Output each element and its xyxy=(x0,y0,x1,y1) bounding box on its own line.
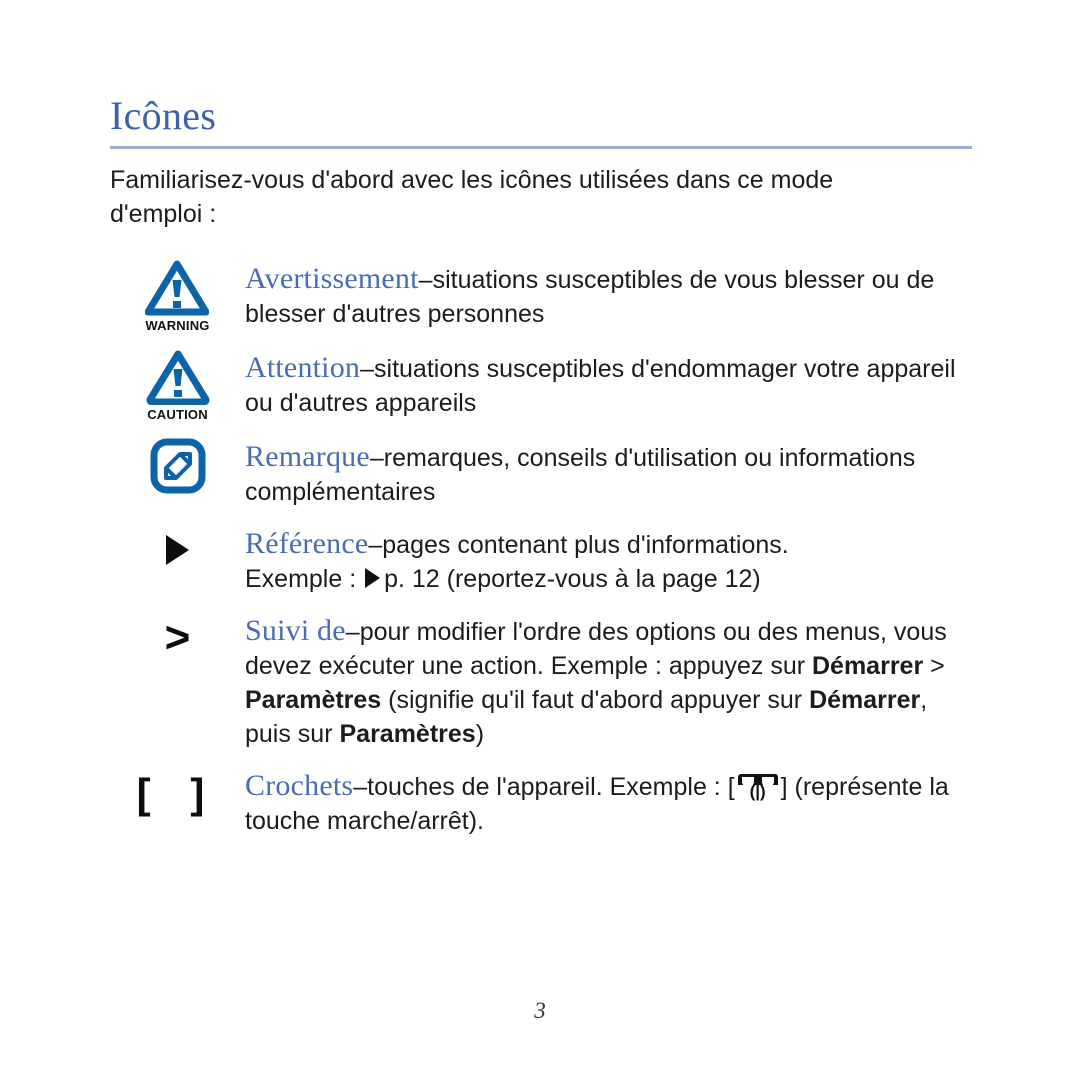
list-item-attention: CAUTION Attention–situations susceptible… xyxy=(110,347,980,422)
list-item-avertissement: WARNING Avertissement–situations suscept… xyxy=(110,258,980,333)
list-item-reference: Référence–pages contenant plus d'informa… xyxy=(110,523,980,596)
document-page: Icônes Familiarisez-vous d'abord avec le… xyxy=(0,0,1080,1080)
title-divider xyxy=(110,146,972,149)
term-attention: Attention xyxy=(245,351,361,384)
note-icon-cell xyxy=(110,436,245,494)
term-suivi-de: Suivi de xyxy=(245,614,346,647)
term-crochets: Crochets xyxy=(245,769,354,802)
entry-text-reference: Référence–pages contenant plus d'informa… xyxy=(245,523,980,596)
body-reference: pages contenant plus d'informations. xyxy=(382,531,789,559)
mid-text-2: (signifie qu'il faut d'abord appuyer sur xyxy=(381,686,810,714)
caution-triangle-icon: CAUTION xyxy=(146,349,210,422)
list-item-suivi-de: > Suivi de–pour modifier l'ordre des opt… xyxy=(110,610,980,751)
square-brackets-icon: [ ] xyxy=(136,770,219,817)
entry-text-crochets: Crochets–touches de l'appareil. Exemple … xyxy=(245,765,980,838)
tail-suivi-de: ) xyxy=(475,720,485,748)
power-symbol: (|) xyxy=(749,782,766,801)
warning-icon-label: WARNING xyxy=(145,318,210,333)
inline-reference-arrow-icon xyxy=(365,568,381,588)
term-avertissement: Avertissement xyxy=(245,262,419,295)
bold-demarrer-2: Démarrer xyxy=(809,686,921,714)
note-pencil-icon xyxy=(150,438,205,494)
caution-icon-cell: CAUTION xyxy=(110,347,245,422)
caution-icon-label: CAUTION xyxy=(147,407,208,422)
dash-reference: – xyxy=(368,531,383,559)
dash-avertissement: – xyxy=(418,266,433,294)
term-reference: Référence xyxy=(245,527,369,560)
entry-text-remarque: Remarque–remarques, conseils d'utilisati… xyxy=(245,436,980,509)
separator-chevron-inline: > xyxy=(923,652,945,680)
dash-attention: – xyxy=(360,355,375,383)
dash-suivi-de: – xyxy=(345,618,360,646)
bold-parametres-2: Paramètres xyxy=(339,720,476,748)
list-item-crochets: [ ] Crochets–touches de l'appareil. Exem… xyxy=(110,765,980,838)
page-number: 3 xyxy=(534,998,546,1023)
page-title: Icônes xyxy=(110,93,217,138)
entry-text-suivi-de: Suivi de–pour modifier l'ordre des optio… xyxy=(245,610,980,751)
warning-triangle-icon: WARNING xyxy=(145,260,210,333)
title-block: Icônes xyxy=(110,92,972,149)
reference-arrow-icon xyxy=(166,535,189,565)
example-prefix-reference: Exemple : xyxy=(245,565,364,593)
entry-text-attention: Attention–situations susceptibles d'endo… xyxy=(245,347,980,420)
power-key-icon: (|) xyxy=(736,774,780,800)
list-item-remarque: Remarque–remarques, conseils d'utilisati… xyxy=(110,436,980,509)
example-suffix-reference: p. 12 (reportez-vous à la page 12) xyxy=(384,565,761,593)
reference-icon-cell xyxy=(110,523,245,565)
chevron-icon-cell: > xyxy=(110,610,245,660)
body-crochets: touches de l'appareil. Exemple : [ xyxy=(367,773,735,801)
icon-legend-list: WARNING Avertissement–situations suscept… xyxy=(110,258,980,852)
brackets-icon-cell: [ ] xyxy=(110,765,245,815)
chevron-right-icon: > xyxy=(164,613,191,662)
intro-paragraph: Familiarisez-vous d'abord avec les icône… xyxy=(110,166,834,228)
warning-icon-cell: WARNING xyxy=(110,258,245,333)
bold-parametres-1: Paramètres xyxy=(245,686,382,714)
bold-demarrer-1: Démarrer xyxy=(812,652,924,680)
dash-crochets: – xyxy=(353,773,368,801)
entry-text-avertissement: Avertissement–situations susceptibles de… xyxy=(245,258,980,331)
term-remarque: Remarque xyxy=(245,440,370,473)
dash-remarque: – xyxy=(369,444,384,472)
